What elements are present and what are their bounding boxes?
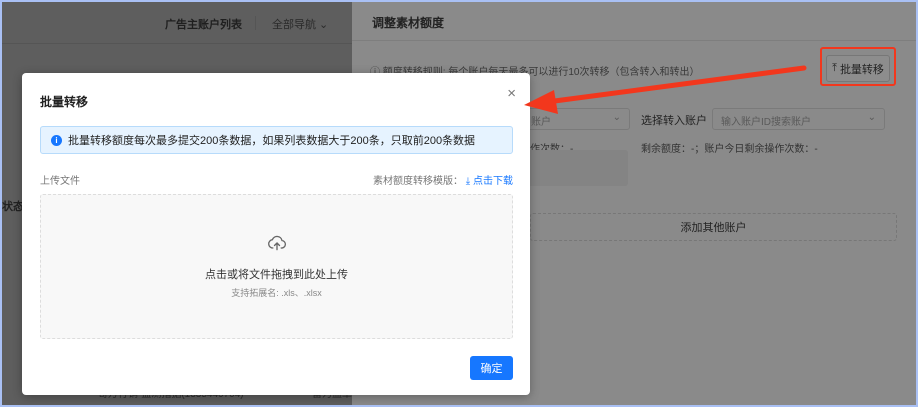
screen: 广告主账户列表 全部导航 ⌄ 状态 哥万行销-监测指据(1335440704) … xyxy=(2,2,916,405)
arrow-shaft xyxy=(544,65,807,105)
annotation-arrow xyxy=(524,65,807,114)
arrow-head xyxy=(524,90,558,114)
